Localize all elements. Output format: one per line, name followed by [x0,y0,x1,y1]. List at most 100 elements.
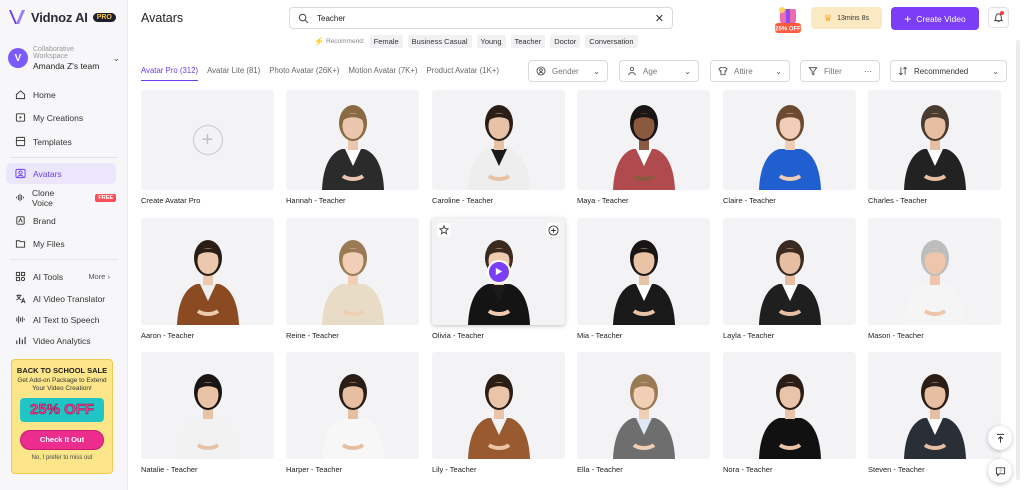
avatar-thumbnail[interactable] [868,90,1001,190]
avatar-card[interactable]: Claire - Teacher [723,90,856,205]
avatar-portrait [612,240,675,325]
promo-title: BACK TO SCHOOL SALE [16,366,108,375]
clear-search-icon[interactable]: ✕ [655,12,664,25]
tab-avatar-pro[interactable]: Avatar Pro (312) [141,66,199,81]
tab-motion-avatar[interactable]: Motion Avatar (7K+) [349,66,418,81]
age-filter[interactable]: Age ⌄ [619,60,699,82]
avatar-card[interactable]: Lily - Teacher [432,352,565,474]
avatar-name: Nora - Teacher [723,465,773,474]
promo-dismiss-link[interactable]: No, I prefer to miss out [12,455,112,461]
avatar-thumbnail[interactable] [723,90,856,190]
avatar-thumbnail[interactable] [286,352,419,459]
tab-avatar-lite[interactable]: Avatar Lite (81) [207,66,260,81]
avatar-card[interactable]: Olivia - Teacher [432,218,565,340]
nav-templates[interactable]: Templates [6,131,116,152]
filter-button[interactable]: Filter ⋯ [800,60,880,82]
tab-product-avatar[interactable]: Product Avatar (1K+) [427,66,499,81]
avatar-thumbnail[interactable] [432,352,565,459]
avatar-thumbnail[interactable] [723,218,856,325]
create-avatar-thumbnail[interactable]: + [141,90,274,190]
promo-subtitle: Get Add-on Package to Extend Your Video … [17,377,107,392]
recommend-chip-teacher[interactable]: Teacher [510,35,546,48]
avatar-card[interactable]: Charles - Teacher [868,90,1001,205]
nav-ai-text-to-speech[interactable]: AI Text to Speech [6,309,116,330]
avatar-card[interactable]: Maya - Teacher [577,90,710,205]
avatar-name: Caroline - Teacher [432,196,494,205]
nav-home[interactable]: Home [6,84,116,105]
more-label: More [88,272,106,281]
avatar-card[interactable]: Nora - Teacher [723,352,856,474]
create-video-button[interactable]: + Create Video [891,7,979,30]
search-bar[interactable]: ✕ [289,7,673,29]
brand-logo[interactable]: Vidnoz AI PRO [8,9,116,25]
nav-video-analytics[interactable]: Video Analytics [6,330,116,351]
notifications-button[interactable] [988,7,1009,28]
scroll-to-top-button[interactable] [988,426,1012,450]
play-box-icon [15,113,26,122]
promo-banner: BACK TO SCHOOL SALE Get Add-on Package t… [11,359,113,474]
workspace-avatar: V [8,48,28,68]
nav-my-creations[interactable]: My Creations [6,107,116,128]
avatar-card[interactable]: Hannah - Teacher [286,90,419,205]
audio-bars-icon [16,315,25,324]
scrollbar[interactable] [1016,40,1020,480]
recommend-chip-female[interactable]: Female [369,35,403,48]
avatar-thumbnail[interactable] [577,218,710,325]
recommend-chip-conversation[interactable]: Conversation [585,35,638,48]
workspace-switcher[interactable]: V Collaborative Workspace Amanda Z's tea… [8,44,120,72]
avatar-thumbnail[interactable] [868,352,1001,459]
countdown-timer[interactable]: ♛ 13mins 8s [811,7,882,29]
avatar-thumbnail[interactable] [141,352,274,459]
help-button[interactable]: ? [988,459,1012,483]
favorite-button[interactable] [437,223,451,237]
avatar-thumbnail[interactable] [432,218,565,325]
search-input[interactable] [317,13,655,23]
play-button[interactable] [486,259,511,284]
nav-my-files[interactable]: My Files [6,233,116,254]
avatar-card[interactable]: Mia - Teacher [577,218,710,340]
recommend-chip-business-casual[interactable]: Business Casual [407,35,472,48]
nav-clone-voice[interactable]: Clone Voice FREE [6,187,116,208]
avatar-card[interactable]: Steven - Teacher [868,352,1001,474]
gender-filter[interactable]: Gender ⌄ [528,60,608,82]
avatar-thumbnail[interactable] [286,218,419,325]
template-icon [15,136,26,147]
plus-circle-icon [547,224,559,236]
avatar-thumbnail[interactable] [286,90,419,190]
avatar-card[interactable]: Natalie - Teacher [141,352,274,474]
more-link[interactable]: More › [88,272,110,281]
nav-avatars-label: Avatars [33,168,62,179]
nav-ai-video-translator[interactable]: AI Video Translator [6,288,116,309]
check-it-out-button[interactable]: Check It Out [20,429,104,450]
sidebar: Vidnoz AI PRO V Collaborative Workspace … [0,0,128,490]
nav-avatars[interactable]: Avatars [6,163,116,184]
avatar-thumbnail[interactable] [577,90,710,190]
attire-filter[interactable]: Attire ⌄ [710,60,790,82]
avatar-portrait [321,105,384,190]
avatar-thumbnail[interactable] [723,352,856,459]
brand-name: Vidnoz AI [31,9,88,25]
sale-badge-text: 25% OFF [775,27,801,33]
avatar-card[interactable]: Harper - Teacher [286,352,419,474]
add-avatar-button[interactable] [546,223,560,237]
recommend-chip-doctor[interactable]: Doctor [550,35,581,48]
recommend-chip-young[interactable]: Young [476,35,506,48]
avatar-thumbnail[interactable] [141,218,274,325]
sale-gift-icon[interactable]: 25% OFF [772,4,804,34]
avatar-card[interactable]: Reine - Teacher [286,218,419,340]
create-avatar-card[interactable]: + Create Avatar Pro [141,90,274,205]
avatar-card[interactable]: Caroline - Teacher [432,90,565,205]
sort-dropdown[interactable]: Recommended ⌄ [890,60,1007,82]
nav-brand[interactable]: Brand [6,210,116,231]
avatar-thumbnail[interactable] [432,90,565,190]
nav-ai-tools[interactable]: AI Tools More › [6,266,116,287]
avatar-card[interactable]: Mason - Teacher [868,218,1001,340]
avatar-card[interactable]: Layla - Teacher [723,218,856,340]
avatar-portrait [176,374,239,459]
avatar-card[interactable]: Ella - Teacher [577,352,710,474]
avatar-thumbnail[interactable] [868,218,1001,325]
nav-translator-label: AI Video Translator [33,293,106,304]
avatar-thumbnail[interactable] [577,352,710,459]
avatar-card[interactable]: Aaron - Teacher [141,218,274,340]
tab-photo-avatar[interactable]: Photo Avatar (26K+) [269,66,339,81]
